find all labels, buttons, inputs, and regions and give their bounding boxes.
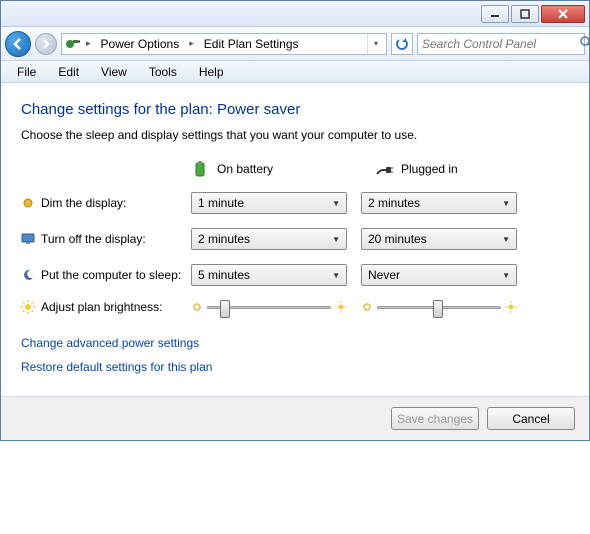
maximize-icon	[520, 9, 530, 19]
on-battery-label: On battery	[217, 162, 273, 176]
explorer-window: ▸ Power Options ▸ Edit Plan Settings ▾ F…	[0, 0, 590, 441]
sleep-plugged-combo[interactable]: Never ▼	[361, 264, 517, 286]
restore-defaults-link[interactable]: Restore default settings for this plan	[21, 360, 569, 374]
chevron-down-icon: ▼	[332, 271, 340, 280]
footer-bar: Save changes Cancel	[1, 396, 589, 440]
combo-value: Never	[368, 268, 400, 282]
combo-value: 1 minute	[198, 196, 244, 210]
row-brightness: Adjust plan brightness:	[21, 300, 569, 314]
address-dropdown[interactable]: ▾	[367, 34, 384, 54]
forward-button[interactable]	[35, 33, 57, 55]
dim-display-label: Dim the display:	[41, 196, 126, 210]
title-bar	[1, 1, 589, 27]
sun-large-icon	[335, 301, 347, 313]
minimize-icon	[490, 9, 500, 19]
advanced-settings-link[interactable]: Change advanced power settings	[21, 336, 569, 350]
search-box[interactable]	[417, 33, 585, 55]
dim-plugged-combo[interactable]: 2 minutes ▼	[361, 192, 517, 214]
content-area: Change settings for the plan: Power save…	[1, 83, 589, 396]
menu-view[interactable]: View	[91, 63, 137, 81]
chevron-down-icon: ▼	[332, 235, 340, 244]
maximize-button[interactable]	[511, 5, 539, 23]
slider-thumb[interactable]	[220, 300, 230, 318]
chevron-down-icon: ▼	[502, 199, 510, 208]
column-headers: On battery Plugged in	[21, 160, 569, 178]
brightness-plugged-slider[interactable]	[361, 301, 517, 313]
page-title: Change settings for the plan: Power save…	[21, 101, 569, 118]
combo-value: 2 minutes	[198, 232, 250, 246]
refresh-icon	[395, 37, 409, 51]
save-button[interactable]: Save changes	[391, 407, 479, 430]
slider-track[interactable]	[377, 306, 501, 309]
turnoff-plugged-combo[interactable]: 20 minutes ▼	[361, 228, 517, 250]
turnoff-battery-combo[interactable]: 2 minutes ▼	[191, 228, 347, 250]
battery-icon	[191, 160, 209, 178]
menu-bar: File Edit View Tools Help	[1, 61, 589, 83]
combo-value: 20 minutes	[368, 232, 427, 246]
search-input[interactable]	[422, 37, 579, 51]
row-turnoff-display: Turn off the display: 2 minutes ▼ 20 min…	[21, 228, 569, 250]
cancel-button[interactable]: Cancel	[487, 407, 575, 430]
combo-value: 5 minutes	[198, 268, 250, 282]
row-dim-display: Dim the display: 1 minute ▼ 2 minutes ▼	[21, 192, 569, 214]
plugged-in-label: Plugged in	[401, 162, 458, 176]
brightness-label: Adjust plan brightness:	[41, 300, 162, 314]
chevron-right-icon[interactable]: ▸	[187, 38, 196, 49]
refresh-button[interactable]	[391, 33, 413, 55]
brightness-battery-slider[interactable]	[191, 301, 347, 313]
dim-battery-combo[interactable]: 1 minute ▼	[191, 192, 347, 214]
navigation-bar: ▸ Power Options ▸ Edit Plan Settings ▾	[1, 27, 589, 61]
minimize-button[interactable]	[481, 5, 509, 23]
sleep-battery-combo[interactable]: 5 minutes ▼	[191, 264, 347, 286]
sun-icon	[21, 300, 35, 314]
chevron-down-icon: ▼	[502, 235, 510, 244]
chevron-down-icon: ▼	[502, 271, 510, 280]
close-button[interactable]	[541, 5, 585, 23]
chevron-down-icon: ▼	[332, 199, 340, 208]
chevron-right-icon[interactable]: ▸	[84, 38, 93, 49]
combo-value: 2 minutes	[368, 196, 420, 210]
sleep-label: Put the computer to sleep:	[41, 268, 181, 282]
page-description: Choose the sleep and display settings th…	[21, 128, 569, 142]
monitor-icon	[21, 232, 35, 246]
slider-thumb[interactable]	[433, 300, 443, 318]
address-bar[interactable]: ▸ Power Options ▸ Edit Plan Settings ▾	[61, 33, 387, 55]
menu-edit[interactable]: Edit	[48, 63, 89, 81]
moon-icon	[21, 268, 35, 282]
dim-icon	[21, 196, 35, 210]
arrow-left-icon	[11, 37, 25, 51]
close-icon	[557, 9, 569, 19]
turnoff-display-label: Turn off the display:	[41, 232, 146, 246]
search-icon[interactable]	[579, 35, 590, 52]
links-section: Change advanced power settings Restore d…	[21, 336, 569, 374]
breadcrumb-power-options[interactable]: Power Options	[97, 35, 184, 53]
menu-help[interactable]: Help	[189, 63, 234, 81]
sun-large-icon	[505, 301, 517, 313]
row-sleep: Put the computer to sleep: 5 minutes ▼ N…	[21, 264, 569, 286]
slider-track[interactable]	[207, 306, 331, 309]
arrow-right-icon	[41, 39, 51, 49]
sun-small-icon	[361, 301, 373, 313]
menu-tools[interactable]: Tools	[139, 63, 187, 81]
menu-file[interactable]: File	[7, 63, 46, 81]
breadcrumb-edit-plan[interactable]: Edit Plan Settings	[200, 35, 303, 53]
power-options-icon	[64, 36, 80, 52]
plug-icon	[375, 160, 393, 178]
sun-small-icon	[191, 301, 203, 313]
back-button[interactable]	[5, 31, 31, 57]
